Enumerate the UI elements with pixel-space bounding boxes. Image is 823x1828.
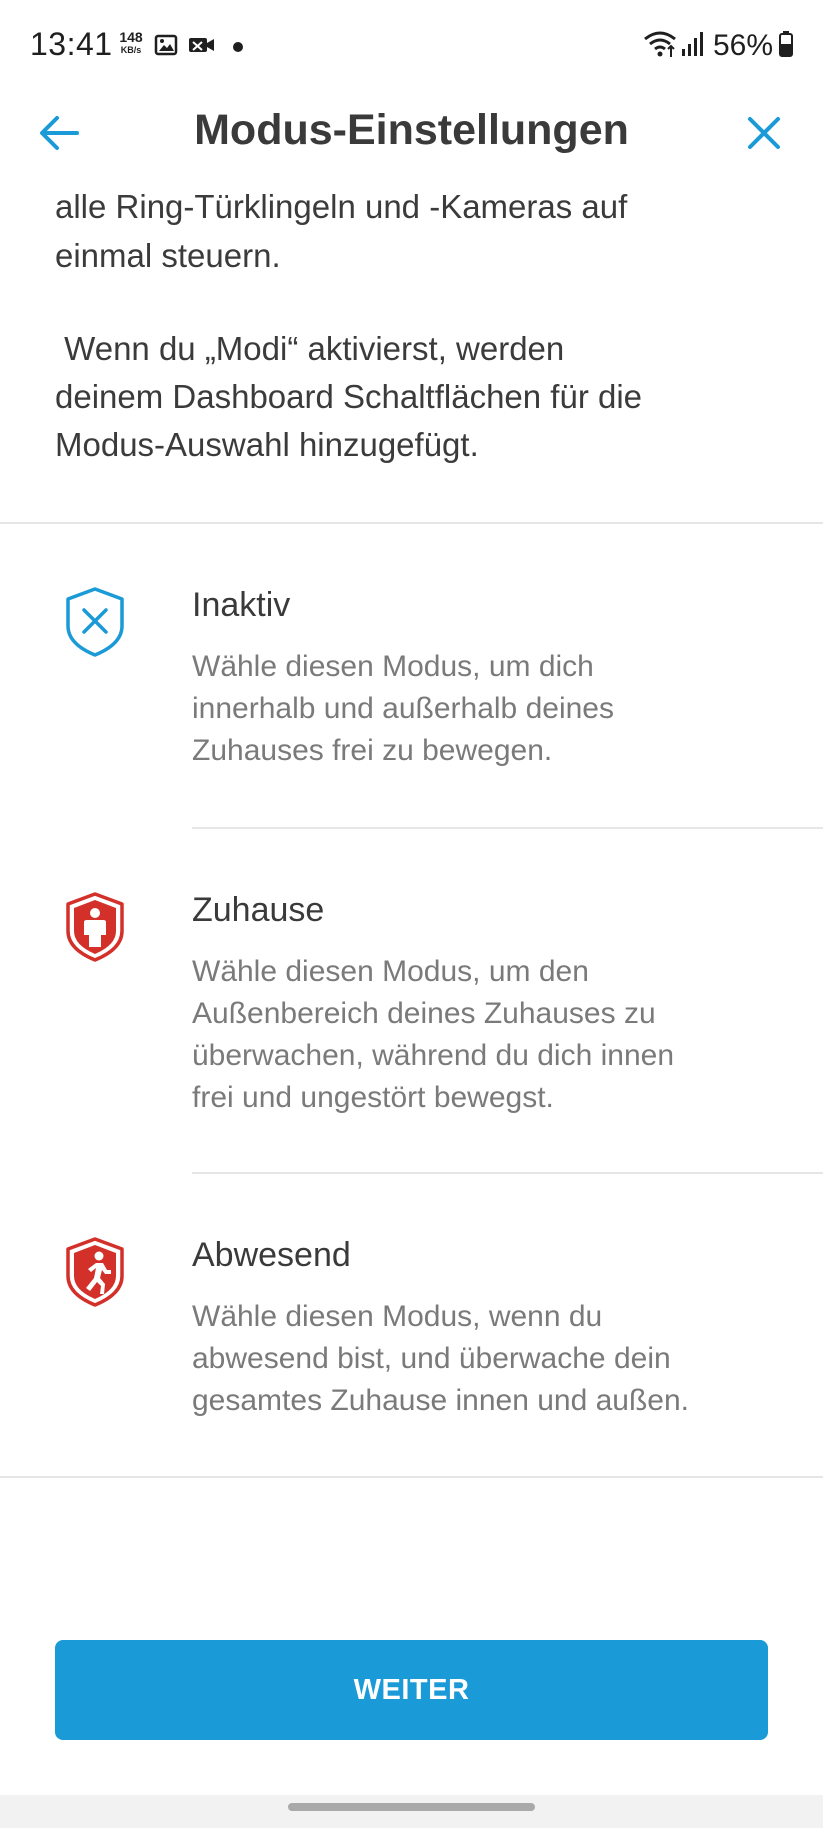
notification-dot <box>233 42 243 52</box>
close-icon <box>748 117 780 149</box>
battery-percent: 56% <box>712 29 773 62</box>
mode-item-abwesend[interactable]: Abwesend Wähle diesen Modus, wenn du abw… <box>0 1174 823 1476</box>
wifi-icon <box>643 30 677 63</box>
mode-description-line: gesamtes Zuhause innen und außen. <box>192 1384 690 1417</box>
status-bar: 13:41 148 KB/s 56% <box>0 0 823 92</box>
network-speed: 148 KB/s <box>116 30 146 55</box>
mode-description-line: Wähle diesen Modus, um den <box>192 955 589 988</box>
page-title: Modus-Einstellungen <box>194 106 629 154</box>
close-button[interactable] <box>741 110 787 156</box>
mode-description-line: innerhalb und außerhalb deines <box>192 692 614 725</box>
mode-description: Wähle diesen Modus, um den Außenbereich … <box>192 951 792 1119</box>
mode-description-line: Wähle diesen Modus, wenn du <box>192 1300 603 1333</box>
intro-line: Modus-Auswahl hinzugefügt. <box>55 426 479 463</box>
intro-line: einmal steuern. <box>55 237 281 274</box>
network-speed-value: 148 <box>119 29 143 45</box>
battery-icon <box>779 30 793 62</box>
mode-description: Wähle diesen Modus, um dich innerhalb un… <box>192 646 792 772</box>
gallery-icon <box>154 34 178 61</box>
status-right-group: 56% <box>643 26 793 66</box>
divider <box>0 1476 823 1478</box>
intro-line: Wenn du „Modi“ aktivierst, werden <box>55 330 565 367</box>
mode-title: Inaktiv <box>192 586 291 624</box>
mode-description-line: frei und ungestört bewegst. <box>192 1081 554 1114</box>
intro-paragraph-2: Wenn du „Modi“ aktivierst, werden deinem… <box>55 325 755 469</box>
intro-line: deinem Dashboard Schaltflächen für die <box>55 378 643 415</box>
mode-description-line: überwachen, während du dich innen <box>192 1039 675 1072</box>
mode-item-zuhause[interactable]: Zuhause Wähle diesen Modus, um den Außen… <box>0 829 823 1173</box>
intro-line: alle Ring-Türklingeln und -Kameras auf <box>55 188 628 225</box>
network-speed-unit: KB/s <box>120 45 142 55</box>
mode-description-line: Außenbereich deines Zuhauses zu <box>192 997 656 1030</box>
mode-item-inaktiv[interactable]: Inaktiv Wähle diesen Modus, um dich inne… <box>0 524 823 828</box>
shield-running-icon <box>64 1236 128 1308</box>
mode-settings-screen: 13:41 148 KB/s 56% Modus-Einstellungen a… <box>0 0 823 1828</box>
mode-description-line: Wähle diesen Modus, um dich <box>192 650 594 683</box>
weiter-button[interactable]: WEITER <box>55 1640 768 1740</box>
shield-person-icon <box>64 891 128 963</box>
mode-title: Zuhause <box>192 891 325 929</box>
intro-text: alle Ring-Türklingeln und -Kameras auf e… <box>55 160 755 525</box>
mode-title: Abwesend <box>192 1236 351 1274</box>
mode-description: Wähle diesen Modus, wenn du abwesend bis… <box>192 1296 792 1422</box>
mode-description-line: Zuhauses frei zu bewegen. <box>192 734 553 767</box>
shield-x-icon <box>64 586 128 658</box>
mode-description-line: abwesend bist, und überwache dein <box>192 1342 671 1375</box>
camera-off-icon <box>187 34 217 61</box>
intro-paragraph-1: alle Ring-Türklingeln und -Kameras auf e… <box>55 182 755 280</box>
signal-icon <box>681 31 705 62</box>
home-gesture-handle[interactable] <box>288 1803 535 1811</box>
status-time: 13:41 <box>30 26 113 62</box>
system-nav-bar <box>0 1795 823 1828</box>
